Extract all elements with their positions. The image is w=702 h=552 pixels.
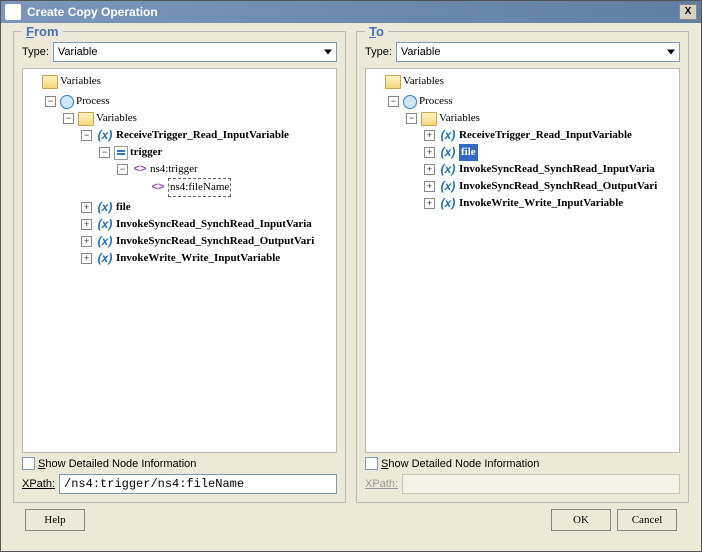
folder-icon: [42, 75, 58, 89]
close-button[interactable]: X: [679, 4, 697, 20]
to-xpath-input: [402, 474, 680, 494]
expand-toggle[interactable]: −: [117, 164, 128, 175]
to-xpath-label: XPath:: [365, 478, 398, 490]
tree-node-var[interactable]: file: [116, 199, 131, 216]
tree-node-selected[interactable]: file: [459, 144, 478, 161]
tree-node-var[interactable]: InvokeWrite_Write_InputVariable: [459, 195, 623, 212]
tree-node-elem[interactable]: ns4:trigger: [150, 161, 198, 178]
element-icon: <>: [150, 179, 166, 196]
tree-node-var[interactable]: InvokeSyncRead_SynchRead_InputVaria: [459, 161, 655, 178]
to-panel: To Type: Variable: [356, 31, 689, 503]
tree-spacer: [27, 76, 38, 87]
expand-toggle[interactable]: −: [406, 113, 417, 124]
folder-icon: [421, 112, 437, 126]
from-tree[interactable]: Variables − Process: [22, 68, 337, 453]
expand-toggle[interactable]: +: [424, 181, 435, 192]
variable-icon: (x): [439, 195, 457, 212]
variable-icon: (x): [439, 178, 457, 195]
tree-node-var[interactable]: InvokeSyncRead_SynchRead_OutputVari: [459, 178, 657, 195]
variable-icon: (x): [439, 127, 457, 144]
expand-toggle[interactable]: +: [81, 253, 92, 264]
variable-icon: (x): [96, 233, 114, 250]
tree-spacer: [135, 182, 146, 193]
expand-toggle[interactable]: +: [424, 198, 435, 209]
tree-node-var[interactable]: InvokeSyncRead_SynchRead_OutputVari: [116, 233, 314, 250]
process-icon: [403, 95, 417, 109]
expand-toggle[interactable]: −: [63, 113, 74, 124]
variable-icon: (x): [96, 250, 114, 267]
expand-toggle[interactable]: +: [424, 147, 435, 158]
from-panel: From Type: Variable: [13, 31, 346, 503]
expand-toggle[interactable]: −: [45, 96, 56, 107]
process-icon: [60, 95, 74, 109]
tree-node-var[interactable]: ReceiveTrigger_Read_InputVariable: [116, 127, 289, 144]
expand-toggle[interactable]: +: [81, 202, 92, 213]
tree-node-variables[interactable]: Variables: [60, 73, 101, 90]
expand-toggle[interactable]: −: [388, 96, 399, 107]
from-detail-label: Show Detailed Node Information: [38, 458, 196, 470]
from-type-label: Type:: [22, 46, 49, 58]
tree-node-variables[interactable]: Variables: [403, 73, 444, 90]
app-icon: [5, 4, 21, 20]
to-heading: To: [365, 24, 388, 39]
variable-icon: (x): [96, 216, 114, 233]
cancel-button[interactable]: Cancel: [617, 509, 677, 531]
variable-icon: (x): [96, 199, 114, 216]
from-xpath-label: XPath:: [22, 478, 55, 490]
tree-node-var[interactable]: InvokeWrite_Write_InputVariable: [116, 250, 280, 267]
tree-node-part[interactable]: trigger: [130, 144, 162, 161]
expand-toggle[interactable]: +: [424, 130, 435, 141]
tree-node-process[interactable]: Process: [419, 93, 453, 110]
tree-node-var[interactable]: ReceiveTrigger_Read_InputVariable: [459, 127, 632, 144]
tree-node-process[interactable]: Process: [76, 93, 110, 110]
tree-node-vars-folder[interactable]: Variables: [96, 110, 137, 127]
folder-icon: [78, 112, 94, 126]
to-type-value: Variable: [401, 46, 441, 58]
titlebar[interactable]: Create Copy Operation X: [1, 1, 701, 23]
variable-icon: (x): [439, 144, 457, 161]
tree-spacer: [370, 76, 381, 87]
tree-node-vars-folder[interactable]: Variables: [439, 110, 480, 127]
to-detail-label: Show Detailed Node Information: [381, 458, 539, 470]
from-heading: From: [22, 24, 63, 39]
tree-node-var[interactable]: InvokeSyncRead_SynchRead_InputVaria: [116, 216, 312, 233]
to-tree[interactable]: Variables − Process: [365, 68, 680, 453]
ok-button[interactable]: OK: [551, 509, 611, 531]
element-icon: <>: [132, 161, 148, 178]
expand-toggle[interactable]: +: [424, 164, 435, 175]
expand-toggle[interactable]: −: [99, 147, 110, 158]
from-detail-checkbox[interactable]: [22, 457, 35, 470]
dialog-title: Create Copy Operation: [27, 5, 158, 19]
help-button[interactable]: Help: [25, 509, 85, 531]
from-type-select[interactable]: Variable: [53, 42, 337, 62]
tree-node-selected[interactable]: ns4:fileName: [168, 178, 231, 197]
folder-icon: [385, 75, 401, 89]
to-detail-checkbox[interactable]: [365, 457, 378, 470]
to-type-label: Type:: [365, 46, 392, 58]
to-type-select[interactable]: Variable: [396, 42, 680, 62]
from-xpath-input[interactable]: /ns4:trigger/ns4:fileName: [59, 474, 337, 494]
variable-icon: (x): [96, 127, 114, 144]
expand-toggle[interactable]: −: [81, 130, 92, 141]
from-type-value: Variable: [58, 46, 98, 58]
expand-toggle[interactable]: +: [81, 219, 92, 230]
variable-icon: (x): [439, 161, 457, 178]
part-icon: [114, 146, 128, 160]
expand-toggle[interactable]: +: [81, 236, 92, 247]
